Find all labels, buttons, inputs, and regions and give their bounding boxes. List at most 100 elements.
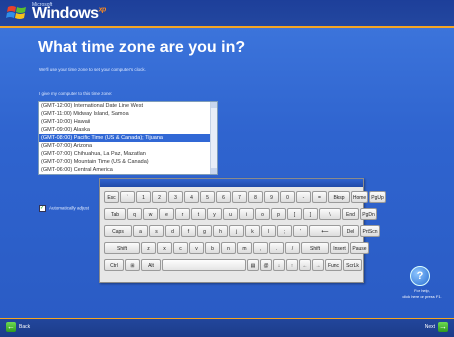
keyboard-key[interactable]: j xyxy=(229,225,244,237)
keyboard-key[interactable]: 5 xyxy=(200,191,215,203)
keyboard-key[interactable]: PgUp xyxy=(369,191,386,203)
keyboard-key[interactable]: m xyxy=(237,242,252,254)
help-text-line2[interactable]: click here or press F1. xyxy=(392,294,452,299)
timezone-item[interactable]: (GMT-11:00) Midway Island, Samoa xyxy=(39,110,217,118)
keyboard-key[interactable]: ▤ xyxy=(247,259,259,271)
keyboard-key[interactable]: ] xyxy=(303,208,318,220)
keyboard-key[interactable]: ↑ xyxy=(286,259,298,271)
keyboard-key[interactable]: ← xyxy=(299,259,311,271)
keyboard-key[interactable]: i xyxy=(239,208,254,220)
auto-adjust-checkbox[interactable]: ✓ xyxy=(39,205,46,212)
keyboard-key[interactable]: v xyxy=(189,242,204,254)
timezone-item[interactable]: (GMT-06:00) Central Time (US & Canada) xyxy=(39,174,217,175)
timezone-label: I give my computer to this time zone: xyxy=(39,91,113,96)
keyboard-key[interactable]: c xyxy=(173,242,188,254)
keyboard-key[interactable]: u xyxy=(223,208,238,220)
keyboard-key[interactable]: ⟵ xyxy=(309,225,341,237)
keyboard-key[interactable]: Del xyxy=(342,225,359,237)
keyboard-key[interactable]: a xyxy=(133,225,148,237)
timezone-item[interactable]: (GMT-10:00) Hawaii xyxy=(39,118,217,126)
timezone-item[interactable]: (GMT-08:00) Pacific Time (US & Canada); … xyxy=(39,134,217,142)
keyboard-key[interactable]: Home xyxy=(351,191,368,203)
keyboard-key[interactable]: 9 xyxy=(264,191,279,203)
help-icon[interactable]: ? xyxy=(410,266,430,286)
keyboard-key[interactable]: Bksp xyxy=(328,191,350,203)
keyboard-key[interactable]: e xyxy=(159,208,174,220)
keyboard-key[interactable]: Alt xyxy=(141,259,161,271)
keyboard-key[interactable]: Caps xyxy=(104,225,132,237)
keyboard-key[interactable]: b xyxy=(205,242,220,254)
keyboard-key[interactable]: , xyxy=(253,242,268,254)
keyboard-key[interactable]: 8 xyxy=(248,191,263,203)
keyboard-key[interactable]: t xyxy=(191,208,206,220)
keyboard-key[interactable]: h xyxy=(213,225,228,237)
key-space[interactable] xyxy=(162,259,246,271)
keyboard-key[interactable]: d xyxy=(165,225,180,237)
keyboard-key[interactable]: o xyxy=(255,208,270,220)
keyboard-key[interactable]: q xyxy=(127,208,142,220)
keyboard-key[interactable]: / xyxy=(285,242,300,254)
keyboard-key[interactable]: ↓ xyxy=(273,259,285,271)
keyboard-key[interactable]: ScrLk xyxy=(343,259,362,271)
keyboard-key[interactable]: Tab xyxy=(104,208,126,220)
keyboard-key[interactable]: 4 xyxy=(184,191,199,203)
keyboard-key[interactable]: Func xyxy=(325,259,342,271)
auto-adjust-option[interactable]: ✓ Automatically adjust xyxy=(39,205,89,212)
keyboard-key[interactable]: \ xyxy=(319,208,341,220)
timezone-item[interactable]: (GMT-06:00) Central America xyxy=(39,166,217,174)
keyboard-key[interactable]: ' xyxy=(293,225,308,237)
timezone-item[interactable]: (GMT-07:00) Arizona xyxy=(39,142,217,150)
timezone-list[interactable]: (GMT-12:00) International Date Line West… xyxy=(38,101,218,175)
keyboard-key[interactable]: f xyxy=(181,225,196,237)
timezone-scrollbar[interactable] xyxy=(210,102,217,174)
keyboard-key[interactable]: y xyxy=(207,208,222,220)
keyboard-key[interactable]: 2 xyxy=(152,191,167,203)
keyboard-key[interactable]: Esc xyxy=(104,191,119,203)
keyboard-key[interactable]: → xyxy=(312,259,324,271)
keyboard-key[interactable]: ⊞ xyxy=(125,259,140,271)
keyboard-key[interactable]: Insert xyxy=(330,242,349,254)
timezone-item[interactable]: (GMT-07:00) Chihuahua, La Paz, Mazatlan xyxy=(39,150,217,158)
keyboard-key[interactable]: r xyxy=(175,208,190,220)
keyboard-key[interactable]: [ xyxy=(287,208,302,220)
scroll-up-icon[interactable] xyxy=(211,102,217,108)
keyboard-key[interactable]: @ xyxy=(260,259,272,271)
keyboard-key[interactable]: n xyxy=(221,242,236,254)
keyboard-key[interactable]: w xyxy=(143,208,158,220)
keyboard-key[interactable]: 7 xyxy=(232,191,247,203)
keyboard-key[interactable]: End xyxy=(342,208,359,220)
keyboard-key[interactable]: p xyxy=(271,208,286,220)
keyboard-key[interactable]: Ctrl xyxy=(104,259,124,271)
keyboard-key[interactable]: 3 xyxy=(168,191,183,203)
keyboard-key[interactable]: l xyxy=(261,225,276,237)
keyboard-title-bar[interactable] xyxy=(100,179,363,187)
keyboard-key[interactable]: Shift xyxy=(301,242,329,254)
keyboard-key[interactable]: = xyxy=(312,191,327,203)
keyboard-key[interactable]: k xyxy=(245,225,260,237)
timezone-item[interactable]: (GMT-09:00) Alaska xyxy=(39,126,217,134)
keyboard-key[interactable]: Pause xyxy=(350,242,369,254)
page-title: What time zone are you in? xyxy=(38,39,246,56)
keyboard-key[interactable]: x xyxy=(157,242,172,254)
back-button[interactable]: ← Back xyxy=(6,321,33,333)
keyboard-key[interactable]: PgDn xyxy=(360,208,377,220)
bottom-bar: ← Back Next → xyxy=(0,318,454,337)
next-button[interactable]: Next → xyxy=(422,321,448,333)
keyboard-key[interactable]: Shift xyxy=(104,242,140,254)
keyboard-key[interactable]: ` xyxy=(120,191,135,203)
help-text-line1[interactable]: For help, xyxy=(402,288,442,293)
keyboard-key[interactable]: g xyxy=(197,225,212,237)
timezone-item[interactable]: (GMT-07:00) Mountain Time (US & Canada) xyxy=(39,158,217,166)
keyboard-key[interactable]: - xyxy=(296,191,311,203)
keyboard-key[interactable]: 1 xyxy=(136,191,151,203)
keyboard-key[interactable]: . xyxy=(269,242,284,254)
keyboard-key[interactable]: z xyxy=(141,242,156,254)
timezone-item[interactable]: (GMT-12:00) International Date Line West xyxy=(39,102,217,110)
back-arrow-icon: ← xyxy=(6,322,16,332)
keyboard-key[interactable]: 6 xyxy=(216,191,231,203)
keyboard-key[interactable]: 0 xyxy=(280,191,295,203)
keyboard-key[interactable]: PrtScn xyxy=(360,225,380,237)
keyboard-key[interactable]: s xyxy=(149,225,164,237)
keyboard-key[interactable]: ; xyxy=(277,225,292,237)
scroll-down-icon[interactable] xyxy=(211,168,217,174)
